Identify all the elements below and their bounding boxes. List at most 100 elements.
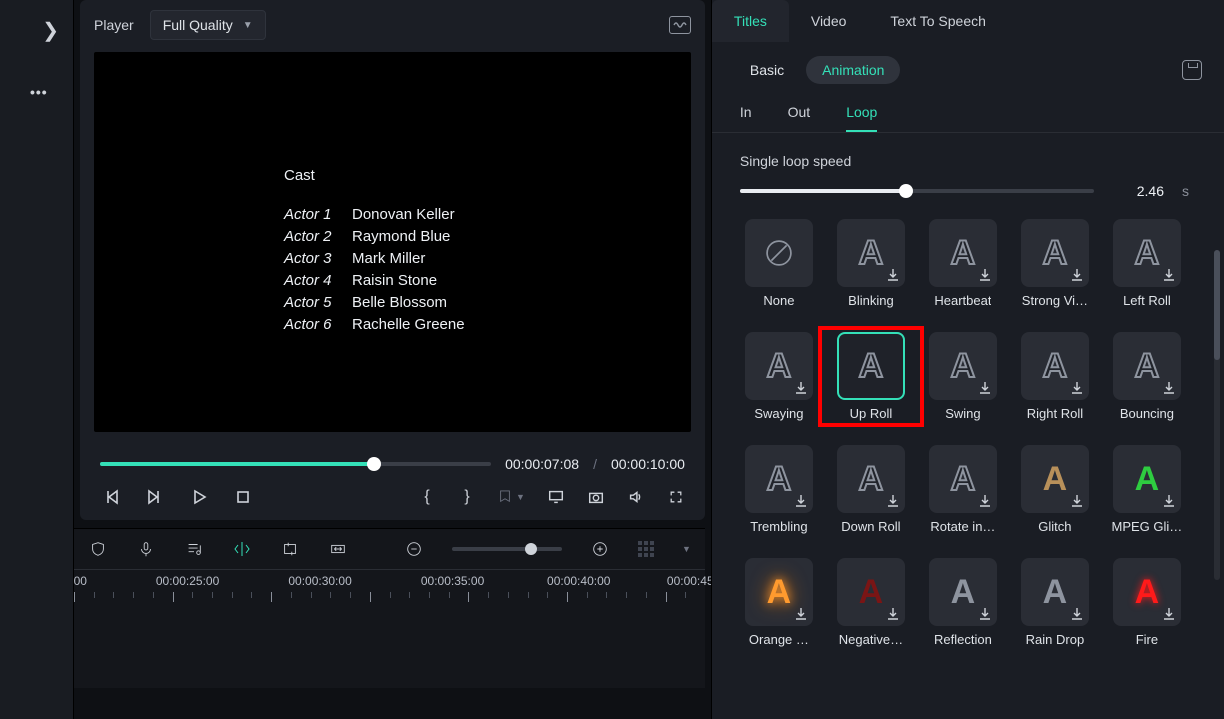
preset-thumb[interactable] xyxy=(745,219,813,287)
subtab-basic[interactable]: Basic xyxy=(734,56,800,84)
expand-sidebar-icon[interactable]: ❯ xyxy=(42,18,59,43)
download-icon[interactable] xyxy=(977,493,993,509)
download-icon[interactable] xyxy=(1069,493,1085,509)
stop-button[interactable] xyxy=(232,486,254,508)
preset-rotate-in-[interactable]: ARotate in… xyxy=(920,445,1006,534)
tab-video[interactable]: Video xyxy=(789,0,869,42)
preset-thumb[interactable]: A xyxy=(837,219,905,287)
speed-slider[interactable] xyxy=(740,189,1094,193)
volume-icon[interactable] xyxy=(627,488,645,506)
playhead-track[interactable] xyxy=(100,462,491,466)
preset-thumb[interactable]: A xyxy=(1113,445,1181,513)
zoom-out-button[interactable] xyxy=(404,539,424,559)
download-icon[interactable] xyxy=(977,267,993,283)
download-icon[interactable] xyxy=(1161,267,1177,283)
save-preset-icon[interactable] xyxy=(1182,60,1202,80)
download-icon[interactable] xyxy=(885,493,901,509)
preset-thumb[interactable]: A xyxy=(837,558,905,626)
preset-thumb[interactable]: A xyxy=(1021,219,1089,287)
subtab-animation[interactable]: Animation xyxy=(806,56,900,84)
preset-orange-[interactable]: AOrange … xyxy=(736,558,822,647)
snapshot-icon[interactable] xyxy=(587,488,605,506)
download-icon[interactable] xyxy=(793,380,809,396)
zoom-knob[interactable] xyxy=(525,543,537,555)
music-list-icon[interactable] xyxy=(184,539,204,559)
fullscreen-icon[interactable] xyxy=(667,488,685,506)
preset-heartbeat[interactable]: AHeartbeat xyxy=(920,219,1006,308)
time-ruler[interactable]: 0000:00:25:0000:00:30:0000:00:35:0000:00… xyxy=(74,569,705,609)
waveform-icon[interactable] xyxy=(669,16,691,34)
preset-negative-[interactable]: ANegative… xyxy=(828,558,914,647)
brace-close-icon[interactable]: } xyxy=(458,488,476,506)
preset-glitch[interactable]: AGlitch xyxy=(1012,445,1098,534)
preset-thumb[interactable]: A xyxy=(1021,332,1089,400)
preset-thumb[interactable]: A xyxy=(745,445,813,513)
play-button[interactable] xyxy=(188,486,210,508)
preset-thumb[interactable]: A xyxy=(1021,558,1089,626)
preset-thumb[interactable]: A xyxy=(929,558,997,626)
tab-text-to-speech[interactable]: Text To Speech xyxy=(868,0,1007,42)
tab-titles[interactable]: Titles xyxy=(712,0,789,42)
animtab-in[interactable]: In xyxy=(740,104,752,132)
preset-thumb[interactable]: A xyxy=(745,558,813,626)
download-icon[interactable] xyxy=(977,606,993,622)
preset-up-roll[interactable]: AUp Roll xyxy=(828,332,914,421)
download-icon[interactable] xyxy=(885,606,901,622)
preset-left-roll[interactable]: ALeft Roll xyxy=(1104,219,1190,308)
download-icon[interactable] xyxy=(1161,493,1177,509)
mic-icon[interactable] xyxy=(136,539,156,559)
split-icon[interactable] xyxy=(232,539,252,559)
shield-icon[interactable] xyxy=(88,539,108,559)
preset-none[interactable]: None xyxy=(736,219,822,308)
playhead-knob[interactable] xyxy=(367,457,381,471)
preset-bouncing[interactable]: ABouncing xyxy=(1104,332,1190,421)
animtab-loop[interactable]: Loop xyxy=(846,104,877,132)
preset-thumb[interactable]: A xyxy=(837,332,905,400)
preset-thumb[interactable]: A xyxy=(745,332,813,400)
quality-select[interactable]: Full Quality ▼ xyxy=(150,10,266,40)
preset-blinking[interactable]: ABlinking xyxy=(828,219,914,308)
download-icon[interactable] xyxy=(1069,267,1085,283)
preset-rain-drop[interactable]: ARain Drop xyxy=(1012,558,1098,647)
preset-strong-vi-[interactable]: AStrong Vi… xyxy=(1012,219,1098,308)
preset-thumb[interactable]: A xyxy=(1113,219,1181,287)
preset-trembling[interactable]: ATrembling xyxy=(736,445,822,534)
preset-thumb[interactable]: A xyxy=(837,445,905,513)
preset-thumb[interactable]: A xyxy=(929,445,997,513)
speed-knob[interactable] xyxy=(899,184,913,198)
grid-view-icon[interactable] xyxy=(638,541,654,557)
brace-open-icon[interactable]: { xyxy=(418,488,436,506)
preset-thumb[interactable]: A xyxy=(929,219,997,287)
animtab-out[interactable]: Out xyxy=(788,104,811,132)
grid-dropdown-icon[interactable]: ▼ xyxy=(682,544,691,554)
download-icon[interactable] xyxy=(793,606,809,622)
preset-swaying[interactable]: ASwaying xyxy=(736,332,822,421)
preset-thumb[interactable]: A xyxy=(1113,558,1181,626)
crop-icon[interactable] xyxy=(280,539,300,559)
preset-mpeg-gli-[interactable]: AMPEG Gli… xyxy=(1104,445,1190,534)
preset-swing[interactable]: ASwing xyxy=(920,332,1006,421)
download-icon[interactable] xyxy=(885,267,901,283)
preset-right-roll[interactable]: ARight Roll xyxy=(1012,332,1098,421)
preset-reflection[interactable]: AReflection xyxy=(920,558,1006,647)
fit-icon[interactable] xyxy=(328,539,348,559)
presets-scrollbar[interactable] xyxy=(1214,250,1220,580)
zoom-in-button[interactable] xyxy=(590,539,610,559)
marker-dropdown[interactable]: ▼ xyxy=(498,488,525,506)
scrollbar-thumb[interactable] xyxy=(1214,250,1220,360)
preset-down-roll[interactable]: ADown Roll xyxy=(828,445,914,534)
video-preview[interactable]: Cast Actor 1Donovan KellerActor 2Raymond… xyxy=(94,52,691,432)
download-icon[interactable] xyxy=(977,380,993,396)
preset-thumb[interactable]: A xyxy=(1113,332,1181,400)
preset-thumb[interactable]: A xyxy=(1021,445,1089,513)
next-frame-button[interactable] xyxy=(144,486,166,508)
download-icon[interactable] xyxy=(1069,606,1085,622)
download-icon[interactable] xyxy=(1069,380,1085,396)
zoom-slider[interactable] xyxy=(452,547,562,551)
display-icon[interactable] xyxy=(547,488,565,506)
speed-value[interactable]: 2.46 xyxy=(1112,183,1164,199)
download-icon[interactable] xyxy=(793,493,809,509)
more-icon[interactable]: ••• xyxy=(30,84,48,100)
download-icon[interactable] xyxy=(1161,606,1177,622)
prev-frame-button[interactable] xyxy=(100,486,122,508)
